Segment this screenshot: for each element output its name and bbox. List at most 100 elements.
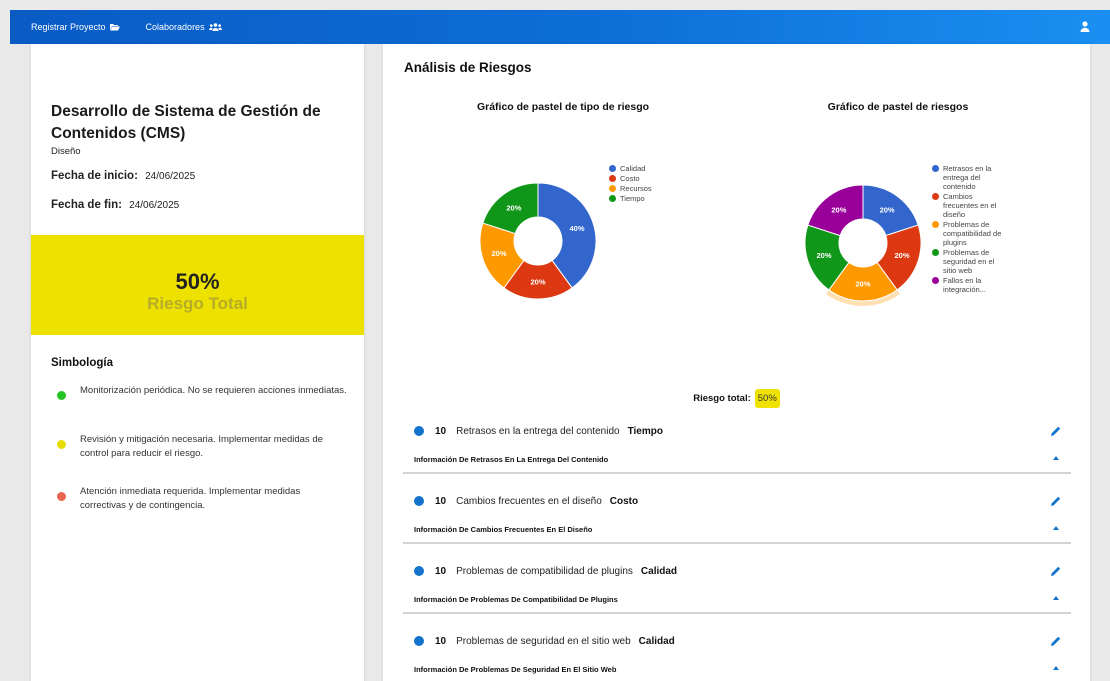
total-risk-badge: 50% (754, 389, 780, 408)
top-navbar: Registrar Proyecto Colaboradores (10, 10, 1110, 44)
pie-slice-label: 20% (506, 203, 521, 212)
legend-entry[interactable]: Problemas de compatibilidad de plugins (932, 220, 1002, 247)
legend-entry[interactable]: Problemas de seguridad en el sitio web (932, 248, 1002, 275)
risk-type-pie-chart[interactable]: 40% 20% 20% 20% (478, 181, 598, 301)
legend-entry[interactable]: Cambios frecuentes en el diseño (932, 192, 1002, 219)
user-icon[interactable] (1080, 21, 1090, 32)
risk-status-dot (414, 636, 424, 646)
end-date: Fecha de fin: 24/06/2025 (51, 199, 179, 211)
risk-score: 10 (435, 635, 447, 647)
legend-swatch (609, 175, 616, 182)
pencil-icon[interactable] (1051, 426, 1061, 436)
folder-open-icon (109, 24, 120, 31)
pie-slice-label: 20% (816, 251, 831, 260)
risk-type: Calidad (638, 635, 675, 647)
risk-score: 10 (435, 495, 447, 507)
pie-slice-label: 20% (491, 249, 506, 258)
legend-entry[interactable]: Tiempo (609, 194, 679, 203)
pencil-icon[interactable] (1051, 566, 1061, 576)
pie-slice-label: 20% (530, 278, 545, 287)
risk-info-toggle[interactable]: Información De Problemas De Seguridad En… (414, 665, 616, 674)
legend-label: Recursos (620, 184, 652, 193)
legend-label: Retrasos en la entrega del contenido (943, 164, 992, 191)
caret-up-icon[interactable] (1053, 456, 1059, 460)
legend-entry[interactable]: Recursos (609, 184, 679, 193)
risk-name: Retrasos en la entrega del contenido (456, 425, 620, 437)
legend-entry[interactable]: Fallos en la integración... (932, 276, 1002, 294)
risk-status-dot (414, 496, 424, 506)
users-icon (208, 23, 222, 31)
legend-label: Cambios frecuentes en el diseño (943, 192, 997, 219)
legend-swatch (609, 185, 616, 192)
simbologia-title: Simbología (51, 357, 113, 369)
legend-text-yellow: Revisión y mitigación necesaria. Impleme… (80, 434, 323, 459)
legend-swatch (932, 277, 939, 284)
project-summary-card: Desarrollo de Sistema de Gestión de Cont… (31, 44, 364, 681)
risk-name: Problemas de seguridad en el sitio web (456, 635, 631, 647)
start-date: Fecha de inicio: 24/06/2025 (51, 170, 195, 182)
legend-text-green: Monitorización periódica. No se requiere… (80, 385, 347, 396)
pencil-icon[interactable] (1051, 496, 1061, 506)
risk-type: Tiempo (627, 425, 663, 437)
risk-info-toggle[interactable]: Información De Retrasos En La Entrega De… (414, 455, 608, 464)
risk-analysis-card: Análisis de Riesgos Gráfico de pastel de… (383, 44, 1090, 681)
risk-info-toggle[interactable]: Información De Cambios Frecuentes En El … (414, 525, 592, 534)
total-risk-row: Riesgo total: 50% (383, 389, 1090, 408)
risk-row-header: 10 Problemas de compatibilidad de plugin… (403, 561, 1071, 581)
legend-dot-yellow (57, 440, 66, 449)
total-risk-row-label: Riesgo total: (693, 393, 751, 404)
legend-label: Problemas de compatibilidad de plugins (943, 220, 1002, 247)
risk-analysis-title: Análisis de Riesgos (404, 60, 532, 75)
nav-registrar-proyecto[interactable]: Registrar Proyecto (31, 22, 120, 32)
legend-label: Costo (620, 174, 640, 183)
nav-colaboradores[interactable]: Colaboradores (146, 22, 222, 32)
risks-legend: Retrasos en la entrega del contenido Camb… (932, 164, 1002, 295)
risk-row: 10 Problemas de compatibilidad de plugin… (403, 561, 1071, 631)
nav-registrar-proyecto-label: Registrar Proyecto (31, 22, 106, 32)
total-risk-label: Riesgo Total (147, 294, 248, 313)
start-date-value: 24/06/2025 (145, 171, 196, 182)
row-divider (403, 542, 1071, 544)
risk-info-toggle[interactable]: Información De Problemas De Compatibilid… (414, 595, 618, 604)
risk-type-legend: Calidad Costo Recursos Tiempo (609, 164, 679, 204)
total-risk-box: 50% Riesgo Total (31, 235, 364, 335)
legend-label: Fallos en la integración... (943, 276, 986, 294)
row-divider (403, 612, 1071, 614)
end-date-value: 24/06/2025 (129, 200, 180, 211)
caret-up-icon[interactable] (1053, 666, 1059, 670)
pencil-icon[interactable] (1051, 636, 1061, 646)
risk-row-header: 10 Problemas de seguridad en el sitio we… (403, 631, 1071, 651)
legend-swatch (932, 193, 939, 200)
pie-slice-label: 20% (894, 251, 909, 260)
risk-status-dot (414, 566, 424, 576)
caret-up-icon[interactable] (1053, 526, 1059, 530)
project-title: Desarrollo de Sistema de Gestión de Cont… (51, 103, 321, 142)
pie-slice-label: 20% (880, 205, 895, 214)
legend-entry[interactable]: Retrasos en la entrega del contenido (932, 164, 1002, 191)
legend-item-green: Monitorización periódica. No se requiere… (57, 384, 347, 400)
legend-swatch (932, 249, 939, 256)
risks-pie-chart[interactable]: 20% 20% 20% 20% 20% (801, 181, 925, 307)
legend-swatch (609, 195, 616, 202)
risk-type: Costo (609, 495, 639, 507)
risk-row: 10 Retrasos en la entrega del contenido … (403, 421, 1071, 491)
legend-entry[interactable]: Costo (609, 174, 679, 183)
risk-score: 10 (435, 565, 447, 577)
total-risk-percent: 50% (175, 269, 220, 294)
legend-item-red: Atención inmediata requerida. Implementa… (57, 485, 347, 513)
pie-slice-label: 40% (569, 224, 584, 233)
risk-row-header: 10 Retrasos en la entrega del contenido … (403, 421, 1071, 441)
risk-name: Problemas de compatibilidad de plugins (456, 565, 633, 577)
legend-label: Calidad (620, 164, 646, 173)
caret-up-icon[interactable] (1053, 596, 1059, 600)
risks-chart-title: Gráfico de pastel de riesgos (827, 101, 969, 113)
risk-score: 10 (435, 425, 447, 437)
legend-swatch (609, 165, 616, 172)
pie-slice-label: 20% (855, 280, 870, 289)
pie-slice-label: 20% (831, 205, 846, 214)
legend-entry[interactable]: Calidad (609, 164, 679, 173)
legend-label: Problemas de seguridad en el sitio web (943, 248, 995, 275)
legend-dot-red (57, 492, 66, 501)
legend-label: Tiempo (620, 194, 645, 203)
end-date-label: Fecha de fin: (51, 199, 122, 211)
